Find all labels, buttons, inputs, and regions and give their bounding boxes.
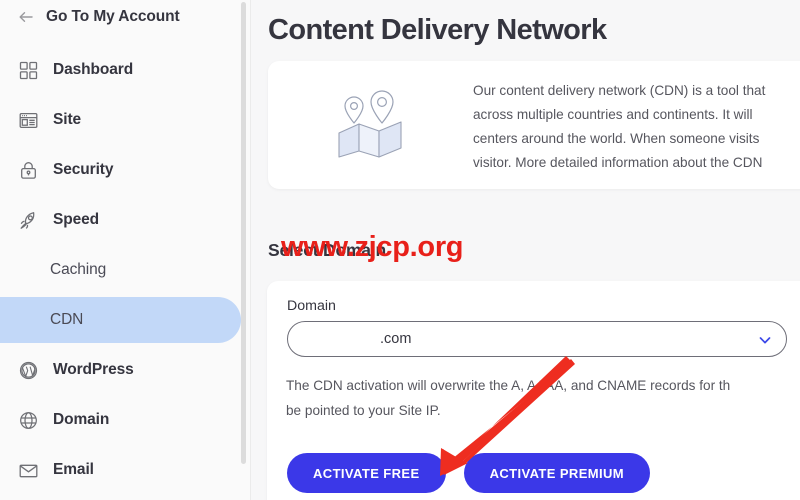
cdn-intro-text: Our content delivery network (CDN) is a … [473, 83, 766, 170]
go-to-my-account-link[interactable]: Go To My Account [0, 0, 241, 34]
sidebar-item-domain[interactable]: Domain [0, 397, 241, 443]
sidebar-item-label: Speed [53, 211, 100, 228]
arrow-left-icon [18, 9, 34, 25]
envelope-icon [18, 460, 39, 481]
sidebar-item-label: Dashboard [53, 61, 134, 78]
sidebar-item-caching[interactable]: Caching [0, 247, 241, 293]
sidebar-item-label: Site [53, 111, 82, 128]
go-to-my-account-label: Go To My Account [46, 8, 180, 25]
select-domain-heading: Select Domain [268, 240, 386, 260]
wordpress-icon [18, 360, 39, 381]
sidebar-item-label: Security [53, 161, 114, 178]
sidebar-item-cdn[interactable]: CDN [0, 297, 241, 343]
sidebar: Go To My Account Dashboard Site Security… [0, 0, 251, 500]
main-content: Content Delivery Network Our content del… [251, 0, 800, 500]
sidebar-item-site[interactable]: Site [0, 97, 241, 143]
sidebar-scrollbar[interactable] [241, 2, 246, 498]
sidebar-item-label: Email [53, 461, 94, 478]
sidebar-item-security[interactable]: Security [0, 147, 241, 193]
domain-select-value: .com [380, 331, 412, 347]
sidebar-item-label: Caching [50, 261, 107, 278]
sidebar-item-label: Domain [53, 411, 110, 428]
app-root: Go To My Account Dashboard Site Security… [0, 0, 800, 500]
globe-icon [18, 410, 39, 431]
cdn-helper-text: The CDN activation will overwrite the A,… [286, 378, 731, 418]
chevron-down-icon[interactable] [758, 333, 772, 347]
sidebar-item-speed[interactable]: Speed [0, 197, 241, 243]
activate-free-button[interactable]: ACTIVATE FREE [287, 453, 446, 493]
sidebar-item-wordpress[interactable]: WordPress [0, 347, 241, 393]
domain-card: Domain .com The CDN activation will over… [267, 281, 800, 500]
map-pins-icon [329, 89, 413, 161]
sidebar-item-dashboard[interactable]: Dashboard [0, 47, 241, 93]
sidebar-scrollbar-thumb[interactable] [241, 2, 246, 464]
browser-icon [18, 110, 39, 131]
domain-field-label: Domain [287, 298, 336, 314]
sidebar-item-email[interactable]: Email [0, 447, 241, 493]
lock-icon [18, 160, 39, 181]
rocket-icon [18, 210, 39, 231]
sidebar-item-label: CDN [50, 311, 84, 328]
action-buttons: ACTIVATE FREE ACTIVATE PREMIUM [287, 453, 651, 493]
sidebar-item-label: WordPress [53, 361, 134, 378]
page-title: Content Delivery Network [268, 14, 607, 46]
grid-icon [18, 60, 39, 81]
domain-select[interactable]: .com [287, 321, 787, 357]
activate-premium-button[interactable]: ACTIVATE PREMIUM [463, 453, 651, 493]
cdn-intro-card: Our content delivery network (CDN) is a … [268, 61, 800, 189]
